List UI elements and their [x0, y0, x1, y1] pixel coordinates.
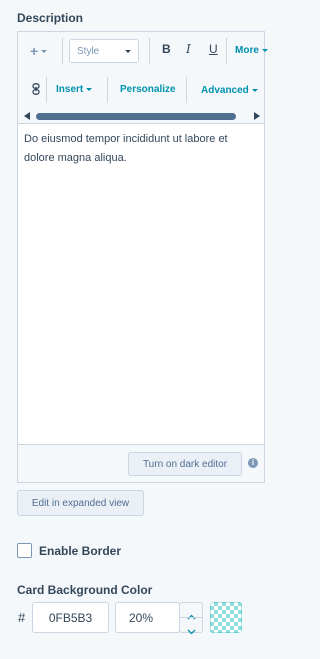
italic-button[interactable]: I [186, 42, 191, 56]
dark-editor-button[interactable]: Turn on dark editor [128, 452, 242, 476]
insert-element-button[interactable]: + [30, 43, 48, 59]
scroll-right-icon[interactable] [254, 112, 260, 120]
hash-symbol: # [18, 610, 26, 625]
hex-color-input[interactable]: 0FB5B3 [32, 602, 109, 633]
editor-toolbar: + Style B I U More Insert Personalize Ad… [18, 32, 268, 124]
enable-border-label[interactable]: Enable Border [39, 544, 121, 558]
chevron-down-icon[interactable] [187, 622, 196, 640]
info-icon[interactable]: i [248, 458, 258, 468]
bold-button[interactable]: B [162, 42, 171, 56]
enable-border-checkbox[interactable] [17, 543, 32, 558]
insert-dropdown[interactable]: Insert [56, 84, 93, 95]
advanced-label: Advanced [201, 85, 249, 96]
opacity-stepper[interactable] [179, 602, 203, 635]
chevron-down-icon [251, 89, 258, 92]
description-label: Description [17, 11, 84, 25]
more-label: More [235, 45, 259, 56]
chevron-down-icon [261, 49, 268, 52]
expanded-view-button[interactable]: Edit in expanded view [17, 490, 144, 516]
scrollbar-thumb[interactable] [36, 113, 236, 120]
chevron-down-icon [41, 49, 48, 53]
color-swatch[interactable] [210, 602, 242, 633]
toolbar-scrollbar[interactable] [21, 111, 263, 121]
plus-icon: + [30, 43, 39, 59]
insert-label: Insert [56, 84, 84, 95]
scroll-left-icon[interactable] [24, 112, 30, 120]
more-dropdown[interactable]: More [235, 45, 268, 56]
chevron-down-icon [125, 50, 131, 53]
editor-footer: Turn on dark editor i [18, 444, 264, 482]
chevron-down-icon [86, 88, 93, 91]
style-select[interactable]: Style [69, 39, 139, 63]
underline-button[interactable]: U [209, 42, 218, 56]
opacity-input[interactable]: 20% [115, 602, 180, 633]
editor-content[interactable]: Do eiusmod tempor incididunt ut labore e… [24, 130, 258, 168]
advanced-dropdown[interactable]: Advanced [201, 85, 258, 96]
personalize-button[interactable]: Personalize [120, 84, 176, 95]
rich-text-editor: + Style B I U More Insert Personalize Ad… [17, 31, 268, 483]
style-select-label: Style [77, 45, 100, 57]
card-background-color-label: Card Background Color [17, 583, 153, 597]
link-icon[interactable] [32, 82, 40, 100]
